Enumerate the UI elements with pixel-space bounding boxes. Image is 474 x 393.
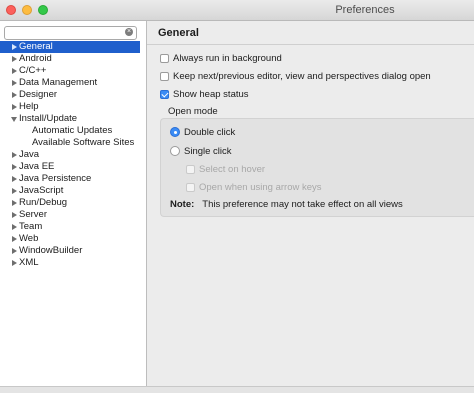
clear-filter-icon[interactable]: × — [125, 28, 133, 36]
preference-tree: General Android C/C++ Data Management Design… — [0, 41, 146, 269]
checkbox-icon[interactable] — [160, 72, 169, 81]
radio-label: Double click — [184, 127, 236, 138]
window-title: Preferences — [335, 4, 395, 16]
expand-arrow-right-icon[interactable] — [12, 176, 17, 182]
tree-item[interactable]: Data Management — [0, 77, 146, 89]
expand-arrow-down-icon[interactable] — [11, 117, 17, 122]
always-run-in-background-checkbox[interactable]: Always run in background — [160, 53, 282, 65]
expand-arrow-right-icon[interactable] — [12, 80, 17, 86]
checkbox-disabled-icon[interactable] — [186, 165, 195, 174]
checkbox-label: Show heap status — [173, 89, 249, 100]
tree-item-label: Web — [19, 233, 39, 244]
tree-item[interactable]: Team — [0, 221, 146, 233]
tree-item[interactable]: WindowBuilder — [0, 245, 146, 257]
expand-arrow-right-icon[interactable] — [12, 188, 17, 194]
tree-item[interactable]: Available Software Sites — [0, 137, 146, 149]
title-divider — [147, 44, 474, 45]
tree-item-label: Server — [19, 209, 47, 220]
tree-item-label: Help — [19, 101, 39, 112]
tree-item[interactable]: Java — [0, 149, 146, 161]
radio-icon[interactable] — [170, 146, 180, 156]
checkbox-disabled-icon[interactable] — [186, 183, 195, 192]
expand-arrow-right-icon[interactable] — [12, 200, 17, 206]
expand-arrow-right-icon[interactable] — [12, 248, 17, 254]
tree-item-label: General — [19, 41, 53, 52]
tree-item-label: Java EE — [19, 161, 55, 172]
tree-item-label: Team — [19, 221, 43, 232]
tree-item[interactable]: Java EE — [0, 161, 146, 173]
tree-item[interactable]: Install/Update — [0, 113, 146, 125]
tree-item[interactable]: Java Persistence — [0, 173, 146, 185]
tree-item-label: XML — [19, 257, 39, 268]
tree-item-label: Run/Debug — [19, 197, 68, 208]
note-message: This preference may not take effect on a… — [202, 199, 403, 210]
tree-item[interactable]: C/C++ — [0, 65, 146, 77]
tree-item[interactable]: XML — [0, 257, 146, 269]
expand-arrow-right-icon[interactable] — [12, 56, 17, 62]
zoom-window-button[interactable] — [38, 5, 48, 15]
tree-item-label: Android — [19, 53, 52, 64]
close-window-button[interactable] — [6, 5, 16, 15]
note-label: Note: — [170, 199, 195, 210]
tree-item-label: Designer — [19, 89, 58, 100]
tree-item[interactable]: Run/Debug — [0, 197, 146, 209]
checkbox-label: Keep next/previous editor, view and pers… — [173, 71, 431, 82]
radio-selected-icon[interactable] — [170, 127, 180, 137]
show-heap-status-checkbox[interactable]: Show heap status — [160, 89, 249, 101]
expand-arrow-right-icon[interactable] — [12, 164, 17, 170]
expand-arrow-right-icon[interactable] — [12, 92, 17, 98]
page-title: General — [158, 27, 199, 39]
expand-arrow-right-icon[interactable] — [12, 44, 17, 50]
single-click-radio[interactable]: Single click — [170, 146, 232, 158]
open-mode-group-title: Open mode — [168, 106, 218, 117]
tree-item[interactable]: Server — [0, 209, 146, 221]
tree-item-label: JavaScript — [19, 185, 64, 196]
tree-item[interactable]: Designer — [0, 89, 146, 101]
expand-arrow-right-icon[interactable] — [12, 236, 17, 242]
radio-label: Single click — [184, 146, 232, 157]
tree-item-label: Install/Update — [19, 113, 78, 124]
expand-arrow-right-icon[interactable] — [12, 212, 17, 218]
checkbox-label: Open when using arrow keys — [199, 182, 322, 193]
preferences-sidebar: × General Android C/C++ Data Management Desi… — [0, 21, 147, 386]
expand-arrow-right-icon[interactable] — [12, 104, 17, 110]
expand-arrow-right-icon[interactable] — [12, 68, 17, 74]
tree-item-label: WindowBuilder — [19, 245, 83, 256]
select-on-hover-checkbox[interactable]: Select on hover — [186, 164, 265, 176]
checkbox-icon[interactable] — [160, 54, 169, 63]
checkbox-label: Select on hover — [199, 164, 266, 175]
tree-item-label: Automatic Updates — [32, 125, 113, 136]
double-click-radio[interactable]: Double click — [170, 127, 235, 139]
tree-item[interactable]: Android — [0, 53, 146, 65]
expand-arrow-right-icon[interactable] — [12, 260, 17, 266]
tree-item-label: C/C++ — [19, 65, 47, 76]
tree-item[interactable]: Web — [0, 233, 146, 245]
title-bar: Preferences — [0, 0, 474, 21]
minimize-window-button[interactable] — [22, 5, 32, 15]
expand-arrow-right-icon[interactable] — [12, 224, 17, 230]
tree-item-label: Data Management — [19, 77, 98, 88]
open-with-arrow-keys-checkbox[interactable]: Open when using arrow keys — [186, 182, 322, 194]
checkbox-checked-icon[interactable] — [160, 90, 169, 99]
tree-item-label: Java Persistence — [19, 173, 92, 184]
tree-item[interactable]: General — [0, 41, 140, 53]
tree-item-label: Java — [19, 149, 40, 160]
filter-input[interactable] — [4, 26, 137, 40]
tree-item[interactable]: JavaScript — [0, 185, 146, 197]
checkbox-label: Always run in background — [173, 53, 282, 64]
expand-arrow-right-icon[interactable] — [12, 152, 17, 158]
keep-dialog-open-checkbox[interactable]: Keep next/previous editor, view and pers… — [160, 71, 431, 83]
tree-item[interactable]: Help — [0, 101, 146, 113]
tree-item-label: Available Software Sites — [32, 137, 135, 148]
note-text: Note: This preference may not take effect… — [170, 199, 403, 210]
tree-item[interactable]: Automatic Updates — [0, 125, 146, 137]
